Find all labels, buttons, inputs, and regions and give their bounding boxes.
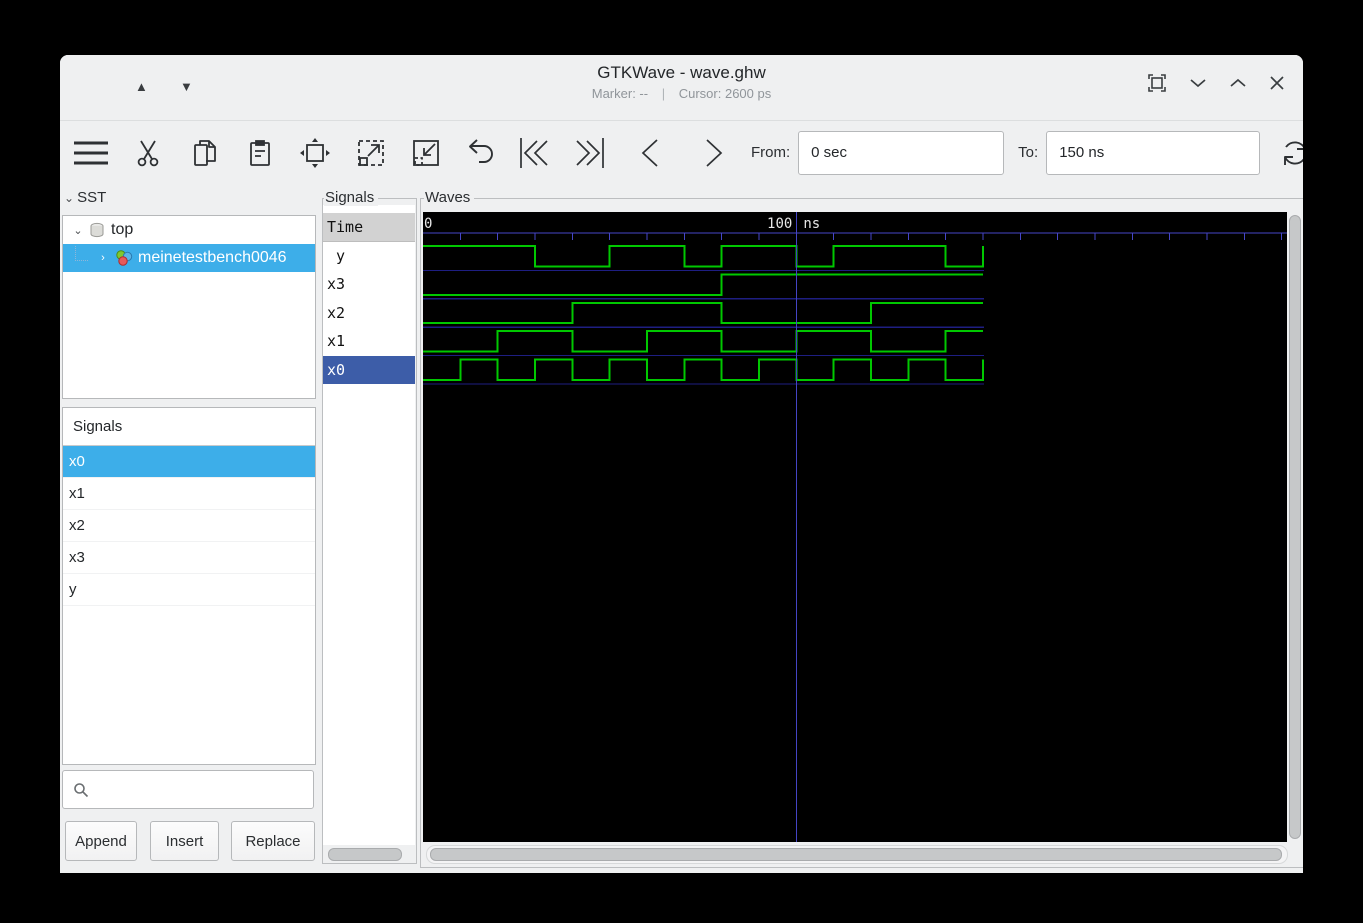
maximize-icon[interactable] [1147,73,1167,93]
expander-right-icon[interactable]: › [96,252,110,264]
tree-node-label: top [111,221,134,238]
copy-icon[interactable] [182,130,228,176]
from-label: From: [751,144,791,161]
append-button[interactable]: Append [65,821,137,861]
waveform-canvas[interactable]: 0 100 ns [423,212,1287,842]
zoom-in-icon[interactable] [348,130,394,176]
zoom-out-icon[interactable] [403,130,449,176]
tree-guide-line [75,245,88,261]
cut-icon[interactable] [125,130,171,176]
svg-text:0: 0 [424,216,432,232]
expander-down-icon[interactable]: ⌄ [71,224,85,237]
list-item[interactable]: x0 [63,446,315,478]
next-edge-icon[interactable] [691,130,737,176]
titlebar: ▲ ▼ GTKWave - wave.ghw Marker: -- | Curs… [60,55,1303,121]
tree-node-label: meinetestbench0046 [138,249,287,266]
time-column-header[interactable]: Time [323,213,415,242]
sst-tree: ⌄ top › meinetestbench0046 [62,215,316,399]
waves-hscrollbar[interactable] [426,845,1288,864]
replace-button[interactable]: Replace [231,821,315,861]
signal-name-y[interactable]: y [323,242,415,270]
list-item[interactable]: x1 [63,478,315,510]
signals-frame-label: Signals [324,189,379,206]
paste-icon[interactable] [237,130,283,176]
waves-frame-label: Waves [424,189,475,206]
status-separator: | [661,86,666,101]
signal-name-x3[interactable]: x3 [323,270,415,298]
undo-icon[interactable] [457,130,503,176]
zoom-fit-icon[interactable] [292,130,338,176]
prev-edge-icon[interactable] [627,130,673,176]
toolbar: From: To: [60,120,1303,185]
sst-pane-title: SST [77,189,107,206]
svg-text:100: 100 [767,216,792,232]
from-input[interactable] [798,130,1005,175]
reload-icon[interactable] [1272,130,1303,176]
menu-icon[interactable] [68,130,114,176]
signal-name-x0[interactable]: x0 [323,355,415,384]
go-to-end-icon[interactable] [567,130,613,176]
names-hscrollbar[interactable] [328,848,402,861]
signal-name-x1[interactable]: x1 [323,327,415,355]
marker-status: Marker: -- [591,86,649,101]
chevron-down-icon[interactable] [1189,77,1207,89]
waves-vscrollbar[interactable] [1289,215,1301,839]
go-to-start-icon[interactable] [511,130,557,176]
sst-pane-header[interactable]: ⌄ SST [64,189,106,206]
gtkwave-window: ▲ ▼ GTKWave - wave.ghw Marker: -- | Curs… [60,55,1303,873]
svg-text:ns: ns [803,216,820,232]
sst-collapse-icon[interactable]: ⌄ [64,191,74,205]
list-item[interactable]: x3 [63,542,315,574]
search-icon [74,782,89,797]
status-line: Marker: -- | Cursor: 2600 ps [60,86,1303,101]
close-icon[interactable] [1269,75,1285,91]
entity-icon [116,250,133,266]
signal-browser: Signals x0 x1 x2 x3 y [62,407,316,765]
tree-node-top[interactable]: ⌄ top [63,216,315,244]
module-icon [90,222,104,238]
signal-search-field[interactable] [62,770,314,809]
window-title: GTKWave - wave.ghw [597,63,766,82]
signal-name-x2[interactable]: x2 [323,299,415,327]
chevron-up-icon[interactable] [1229,77,1247,89]
cursor-status: Cursor: 2600 ps [678,86,772,101]
list-item[interactable]: y [63,574,315,606]
signal-browser-header: Signals [63,408,315,446]
tree-node-testbench[interactable]: › meinetestbench0046 [63,244,315,272]
to-input[interactable] [1046,130,1261,175]
to-label: To: [1018,144,1039,161]
list-item[interactable]: x2 [63,510,315,542]
insert-button[interactable]: Insert [150,821,219,861]
